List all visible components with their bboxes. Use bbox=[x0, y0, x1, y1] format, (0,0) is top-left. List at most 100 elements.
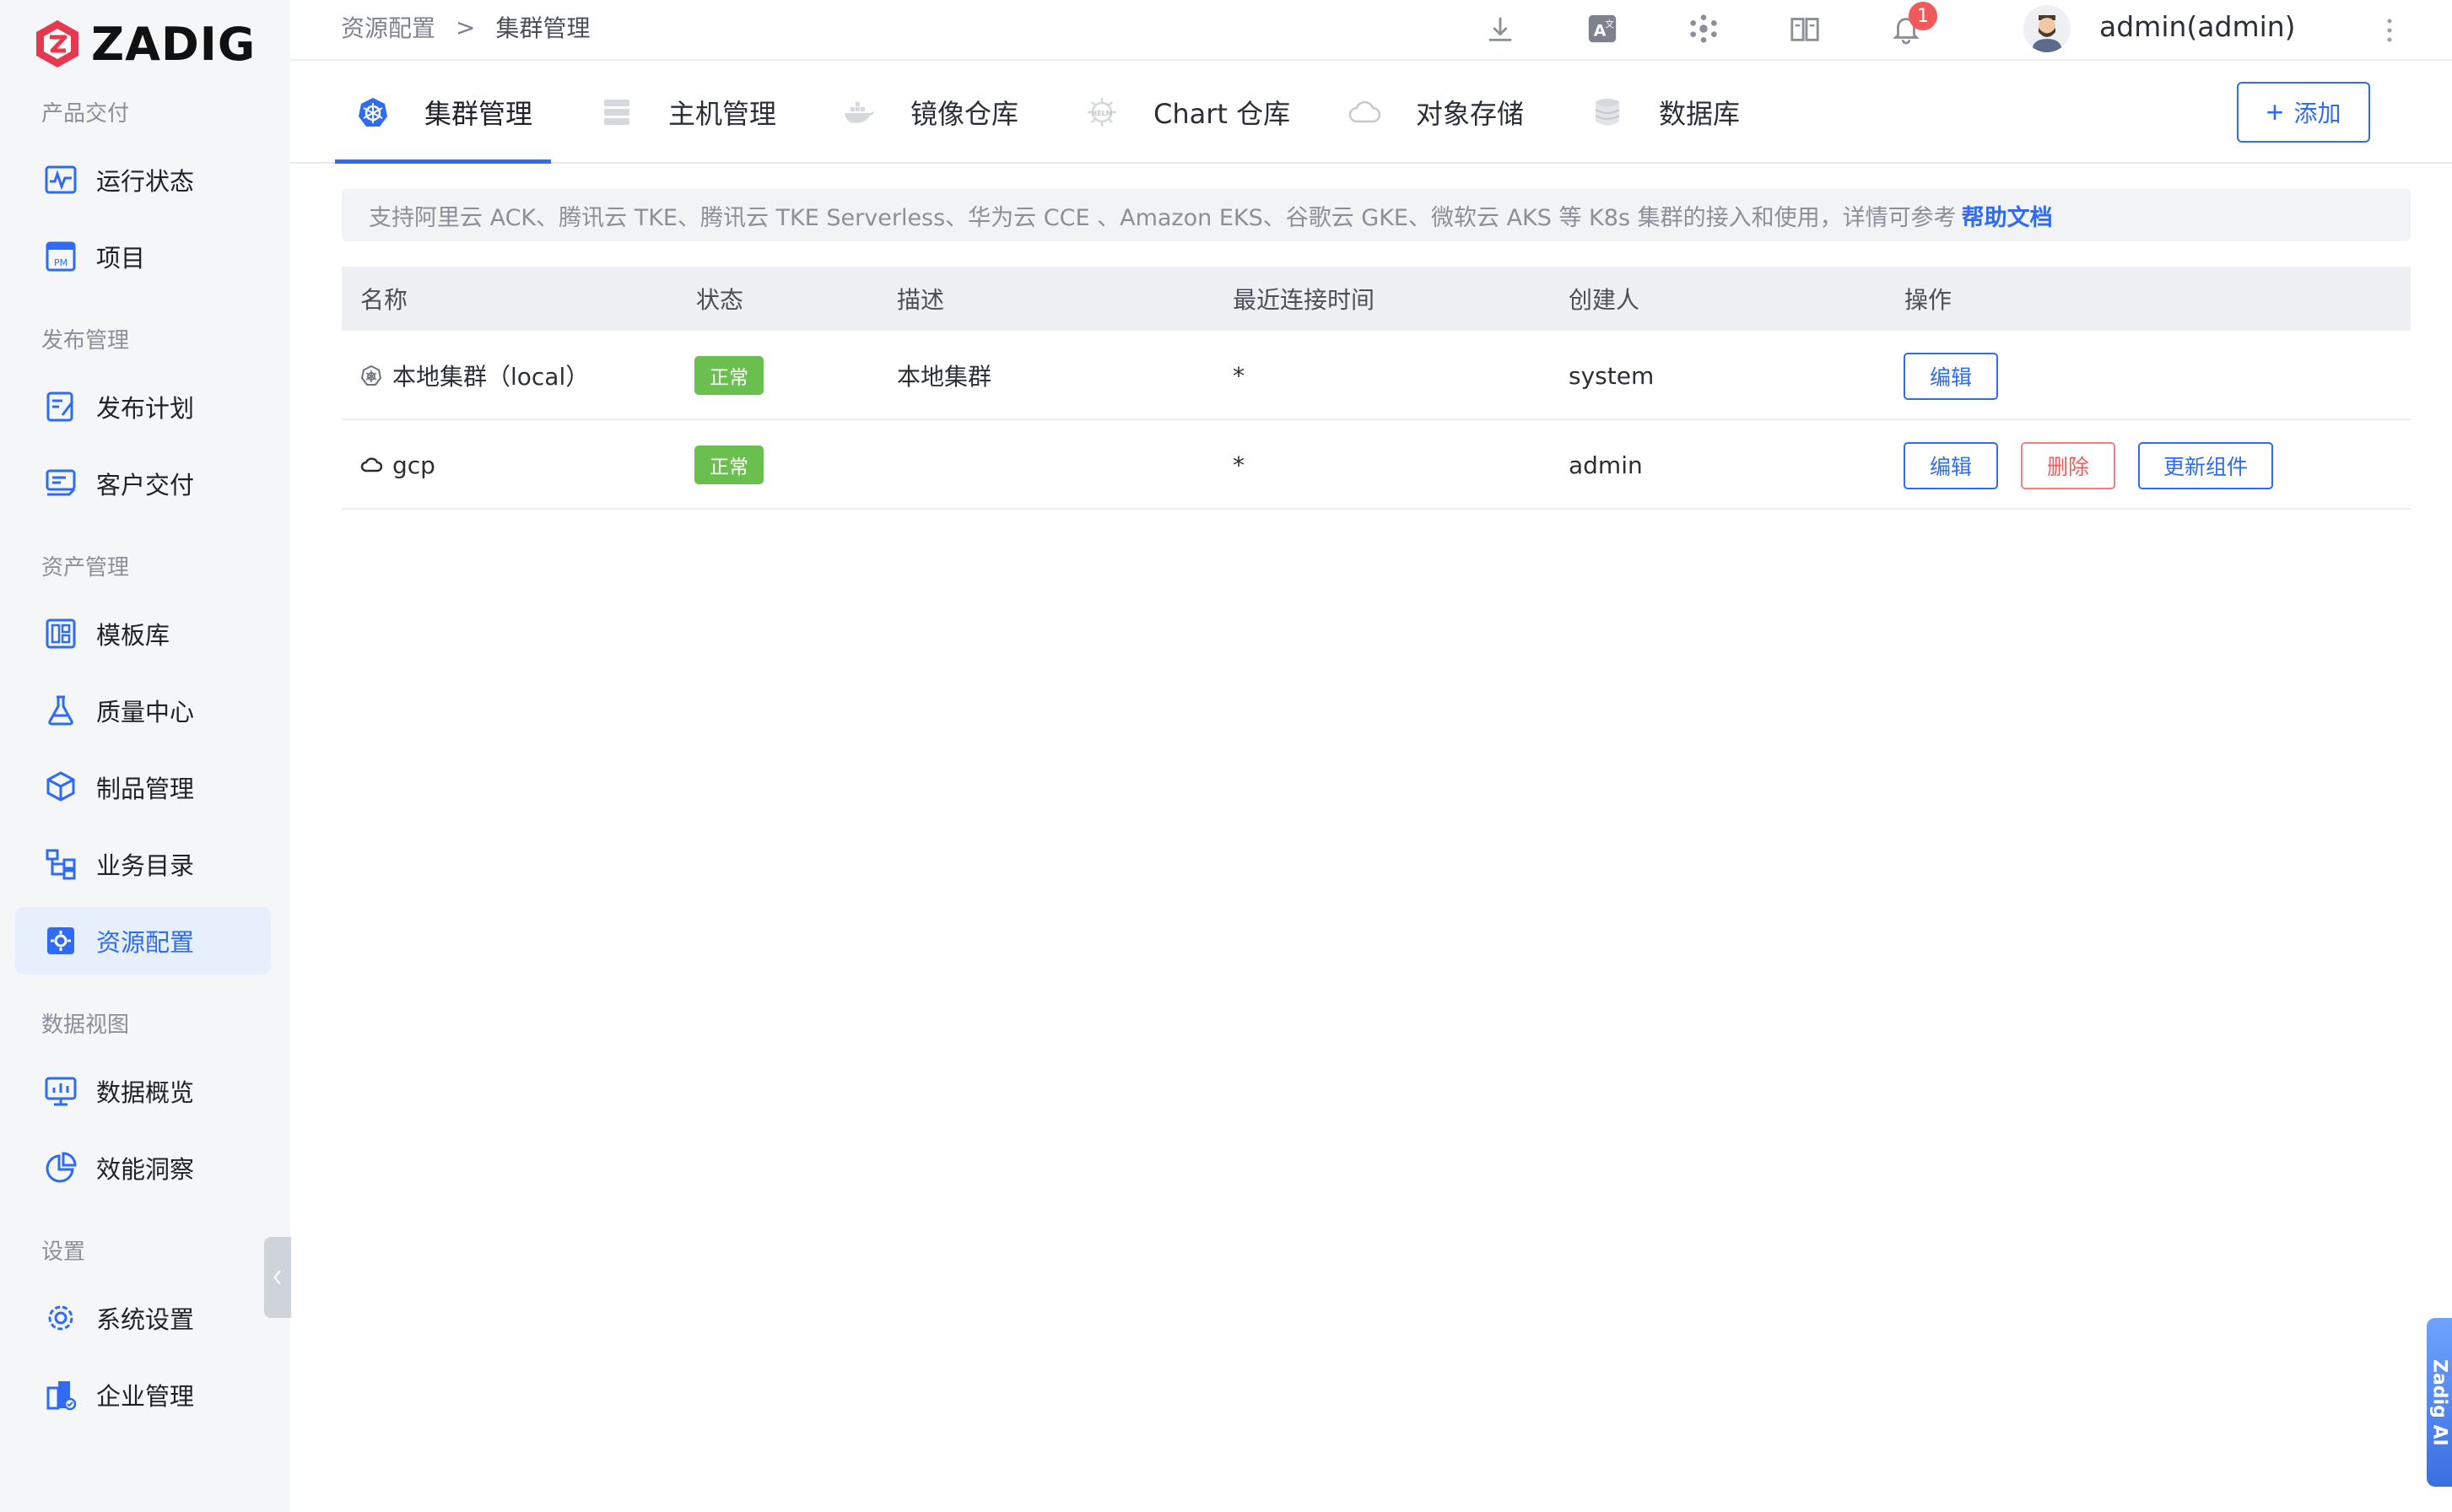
database-icon bbox=[1590, 94, 1625, 130]
customer-delivery-icon bbox=[42, 465, 79, 502]
column-header-status: 状态 bbox=[696, 286, 744, 314]
tab-label: 主机管理 bbox=[668, 98, 777, 130]
ai-tab-label: Zadig AI bbox=[2428, 1358, 2450, 1446]
edit-button[interactable]: 编辑 bbox=[1904, 442, 1998, 489]
cell-status: 正常 bbox=[694, 420, 764, 510]
status-badge: 正常 bbox=[694, 446, 764, 484]
sidebar-item-enterprise[interactable]: 企业管理 bbox=[15, 1361, 271, 1428]
sidebar-item-business-directory[interactable]: 业务目录 bbox=[15, 830, 271, 898]
zadig-logo-icon bbox=[36, 20, 78, 68]
sidebar-item-system-settings[interactable]: 系统设置 bbox=[15, 1284, 271, 1352]
insight-pie-icon bbox=[42, 1149, 79, 1186]
cell-creator: system bbox=[1569, 361, 1655, 390]
cluster-name: 本地集群（local） bbox=[392, 363, 590, 391]
tab-label: 数据库 bbox=[1659, 98, 1741, 130]
sidebar-item-label: 制品管理 bbox=[96, 775, 195, 803]
translate-icon[interactable]: A文 bbox=[1584, 10, 1621, 47]
cell-description: 本地集群 bbox=[897, 363, 992, 391]
activity-monitor-icon bbox=[42, 161, 79, 198]
sidebar-item-label: 企业管理 bbox=[96, 1382, 195, 1411]
sidebar-item-label: 质量中心 bbox=[96, 698, 195, 726]
sidebar-item-data-overview[interactable]: 数据概览 bbox=[15, 1057, 271, 1125]
support-notice: 支持阿里云 ACK、腾讯云 TKE、腾讯云 TKE Serverless、华为云… bbox=[342, 189, 2411, 241]
tab-host-management[interactable]: 主机管理 bbox=[599, 61, 776, 164]
cell-name: gcp bbox=[360, 420, 435, 510]
tab-chart-repository[interactable]: HELM Chart 仓库 bbox=[1084, 61, 1290, 164]
sidebar-item-label: 模板库 bbox=[96, 621, 170, 650]
sidebar-item-label: 项目 bbox=[96, 244, 146, 273]
tab-cluster-management[interactable]: 集群管理 bbox=[355, 61, 532, 164]
quality-flask-icon bbox=[42, 692, 79, 729]
add-button-label: 添加 bbox=[2293, 100, 2341, 127]
tab-image-registry[interactable]: 镜像仓库 bbox=[841, 61, 1018, 164]
tab-label: 集群管理 bbox=[424, 98, 533, 130]
apps-cluster-icon[interactable] bbox=[1685, 10, 1722, 47]
section-label-assets: 资产管理 bbox=[41, 555, 130, 580]
breadcrumb-separator: > bbox=[456, 13, 476, 41]
cell-last-connected: * bbox=[1233, 361, 1245, 390]
user-avatar[interactable] bbox=[2023, 5, 2071, 52]
tab-label: 对象存储 bbox=[1416, 98, 1525, 130]
sidebar-item-resource-config[interactable]: 资源配置 bbox=[15, 907, 271, 975]
edit-button[interactable]: 编辑 bbox=[1904, 353, 1998, 400]
notification-badge: 1 bbox=[1909, 2, 1937, 30]
download-icon[interactable] bbox=[1482, 10, 1519, 47]
delete-button[interactable]: 删除 bbox=[2021, 442, 2115, 489]
section-label-settings: 设置 bbox=[41, 1239, 86, 1265]
resource-config-icon bbox=[42, 922, 79, 959]
helm-icon: HELM bbox=[1084, 94, 1120, 130]
docs-book-icon[interactable] bbox=[1786, 10, 1823, 47]
app-root: ZADIG 产品交付 运行状态 PM 项目 发布管理 发布计划 客户交付 资产管… bbox=[0, 0, 2452, 1512]
sidebar-item-quality[interactable]: 质量中心 bbox=[15, 677, 271, 744]
chevron-left-icon bbox=[273, 1270, 281, 1285]
help-docs-link[interactable]: 帮助文档 bbox=[1962, 199, 2053, 232]
cloud-icon bbox=[360, 453, 384, 477]
enterprise-icon bbox=[42, 1376, 79, 1413]
table-row: 本地集群（local） 正常 本地集群 * system 编辑 bbox=[342, 331, 2411, 420]
business-directory-icon bbox=[42, 845, 79, 883]
zadig-ai-tab[interactable]: Zadig AI bbox=[2427, 1318, 2452, 1487]
sidebar-item-artifacts[interactable]: 制品管理 bbox=[15, 753, 271, 821]
tab-object-storage[interactable]: 对象存储 bbox=[1347, 61, 1524, 164]
cluster-name: gcp bbox=[392, 451, 435, 479]
add-cluster-button[interactable]: + 添加 bbox=[2237, 82, 2370, 143]
sidebar: ZADIG 产品交付 运行状态 PM 项目 发布管理 发布计划 客户交付 资产管… bbox=[0, 0, 291, 1512]
plus-icon: + bbox=[2266, 94, 2284, 129]
column-header-last-connected: 最近连接时间 bbox=[1233, 286, 1375, 314]
active-tab-indicator bbox=[335, 159, 551, 164]
sidebar-collapse-handle[interactable] bbox=[264, 1237, 291, 1318]
server-icon bbox=[599, 94, 635, 130]
artifact-package-icon bbox=[42, 769, 79, 806]
breadcrumb: 资源配置 > 集群管理 bbox=[341, 10, 591, 44]
release-plan-icon bbox=[42, 388, 79, 425]
svg-text:PM: PM bbox=[54, 257, 68, 268]
status-badge: 正常 bbox=[694, 356, 764, 395]
column-header-description: 描述 bbox=[897, 286, 945, 314]
breadcrumb-current: 集群管理 bbox=[495, 14, 591, 42]
sidebar-item-insights[interactable]: 效能洞察 bbox=[15, 1134, 271, 1202]
system-settings-icon bbox=[42, 1299, 79, 1336]
kubernetes-icon bbox=[360, 364, 384, 387]
column-header-creator: 创建人 bbox=[1569, 286, 1640, 314]
sidebar-item-run-status[interactable]: 运行状态 bbox=[15, 146, 271, 213]
sidebar-item-label: 运行状态 bbox=[96, 167, 195, 196]
docker-icon bbox=[841, 94, 877, 130]
column-header-actions: 操作 bbox=[1904, 286, 1952, 314]
sidebar-item-templates[interactable]: 模板库 bbox=[15, 600, 271, 667]
more-vertical-icon[interactable] bbox=[2381, 14, 2398, 47]
sidebar-item-customer-delivery[interactable]: 客户交付 bbox=[15, 450, 271, 517]
data-overview-icon bbox=[42, 1072, 79, 1110]
tab-label: Chart 仓库 bbox=[1153, 98, 1291, 130]
sidebar-item-projects[interactable]: PM 项目 bbox=[15, 223, 271, 290]
sidebar-item-release-plan[interactable]: 发布计划 bbox=[15, 373, 271, 440]
brand-logo[interactable]: ZADIG bbox=[34, 17, 257, 71]
username[interactable]: admin(admin) bbox=[2099, 10, 2296, 43]
svg-text:文: 文 bbox=[1605, 19, 1614, 30]
sidebar-item-label: 发布计划 bbox=[96, 394, 195, 423]
breadcrumb-parent[interactable]: 资源配置 bbox=[341, 10, 435, 44]
sidebar-item-label: 资源配置 bbox=[96, 928, 195, 957]
update-components-button[interactable]: 更新组件 bbox=[2138, 442, 2273, 489]
brand-name: ZADIG bbox=[91, 17, 257, 71]
tab-database[interactable]: 数据库 bbox=[1590, 61, 1740, 164]
column-header-name: 名称 bbox=[360, 286, 408, 314]
